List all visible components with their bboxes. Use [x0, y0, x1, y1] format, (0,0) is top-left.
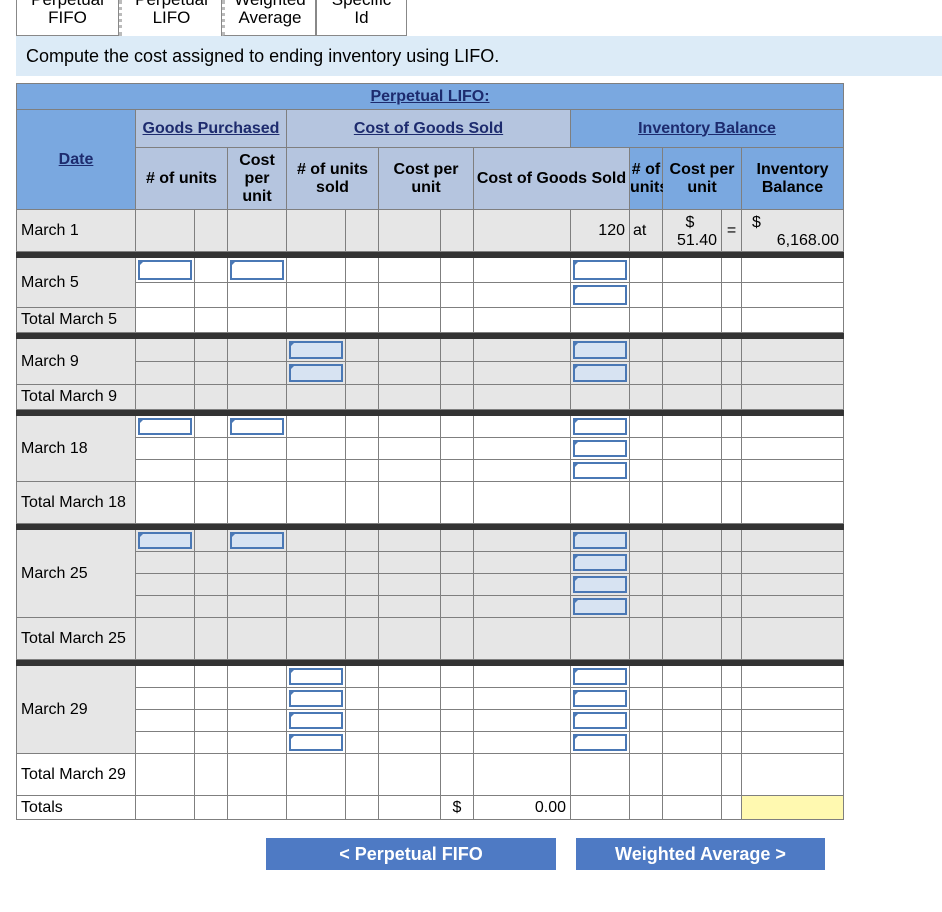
units-sold-input[interactable]: [289, 712, 343, 729]
row-total-label: Total March 25: [16, 617, 136, 660]
row-date: March 25: [16, 529, 136, 618]
balance-units-input[interactable]: [573, 554, 627, 571]
total-inventory-balance-input[interactable]: [740, 795, 845, 820]
table-row: March 5: [16, 257, 845, 308]
balance-units-input[interactable]: [573, 462, 627, 479]
header-purchased-units: # of units: [135, 147, 228, 210]
prev-perpetual-fifo-button[interactable]: < Perpetual FIFO: [266, 838, 556, 870]
tab-weighted-average[interactable]: Weighted Average: [222, 0, 316, 36]
at-label: at: [629, 209, 663, 252]
header-units-sold: # of units sold: [286, 147, 379, 210]
purchase-units-input[interactable]: [138, 260, 192, 280]
tab-label-bottom: Average: [238, 8, 302, 27]
balance-units-input[interactable]: [573, 364, 627, 382]
method-tabs: Perpetual FIFO Perpetual LIFO Weighted A…: [16, 0, 407, 36]
tab-perpetual-lifo[interactable]: Perpetual LIFO: [119, 0, 222, 36]
purchase-units-input[interactable]: [138, 532, 192, 549]
totals-label: Totals: [16, 795, 136, 820]
purchase-units-input[interactable]: [138, 418, 192, 435]
table-row: Total March 18: [16, 481, 845, 524]
lifo-table: Perpetual LIFO: Date Goods Purchased Cos…: [15, 83, 845, 820]
row-total-label: Total March 5: [16, 307, 136, 333]
row-total-label: Total March 9: [16, 384, 136, 410]
header-balance-units: # of units: [629, 147, 668, 210]
header-balance-amount: Inventory Balance: [740, 147, 845, 210]
table-row: March 25: [16, 529, 845, 618]
balance-units-input[interactable]: [573, 690, 627, 707]
balance-units-input[interactable]: [573, 440, 627, 457]
balance-cost: $ 51.40: [662, 209, 722, 252]
tab-label-bottom: Id: [354, 8, 369, 27]
tab-label-bottom: LIFO: [152, 8, 191, 27]
header-sold-cost: Cost per unit: [378, 147, 474, 210]
header-inventory-balance: Inventory Balance: [569, 109, 845, 148]
balance-units-input[interactable]: [573, 734, 627, 751]
table-row: March 18: [16, 415, 845, 482]
table-row: Total March 9: [16, 384, 845, 410]
tab-specific-id[interactable]: Specific Id: [316, 0, 407, 36]
purchase-cost-input[interactable]: [230, 532, 284, 549]
row-total-label: Total March 29: [16, 753, 136, 796]
balance-units-input[interactable]: [573, 598, 627, 615]
equals-sign: =: [721, 209, 742, 252]
balance-units-input[interactable]: [573, 285, 627, 305]
row-date: March 9: [16, 338, 136, 385]
table-row: March 29: [16, 665, 845, 754]
header-cogs: Cost of Goods Sold: [286, 109, 571, 148]
instruction-text: Compute the cost assigned to ending inve…: [16, 36, 942, 76]
balance-units-input[interactable]: [573, 341, 627, 359]
row-date: March 5: [16, 257, 136, 308]
units-sold-input[interactable]: [289, 364, 343, 382]
balance-units-input[interactable]: [573, 532, 627, 549]
table-row: Total March 29: [16, 753, 845, 796]
row-date: March 1: [16, 209, 136, 252]
totals-dollar: $: [440, 795, 474, 820]
units-sold-input[interactable]: [289, 668, 343, 685]
row-date: March 18: [16, 415, 136, 482]
balance-units-input[interactable]: [573, 668, 627, 685]
table-row: Total March 25: [16, 617, 845, 660]
header-balance-cost: Cost per unit: [662, 147, 742, 210]
units-sold-input[interactable]: [289, 734, 343, 751]
next-weighted-average-button[interactable]: Weighted Average >: [576, 838, 825, 870]
purchase-cost-input[interactable]: [230, 418, 284, 435]
balance-units-input[interactable]: [573, 260, 627, 280]
balance-units-input[interactable]: [573, 712, 627, 729]
header-purchased-cost: Cost per unit: [227, 147, 287, 210]
header-date: Date: [16, 109, 136, 210]
tab-perpetual-fifo[interactable]: Perpetual FIFO: [16, 0, 119, 36]
totals-cogs: 0.00: [473, 795, 571, 820]
purchase-cost-input[interactable]: [230, 260, 284, 280]
balance-units-input[interactable]: [573, 418, 627, 435]
table-title: Perpetual LIFO:: [15, 83, 845, 110]
units-sold-input[interactable]: [289, 690, 343, 707]
balance-amount: $ 6,168.00: [740, 209, 845, 252]
balance-units: 120: [570, 209, 630, 252]
header-goods-purchased: Goods Purchased: [135, 109, 287, 148]
header-cogs-amount: Cost of Goods Sold: [473, 147, 630, 210]
tab-label-bottom: FIFO: [48, 8, 87, 27]
table-row: March 9: [16, 338, 845, 385]
table-row: March 1 120 at $ 51.40 = $ 6,168.00: [16, 209, 845, 252]
table-row: Total March 5: [16, 307, 845, 333]
units-sold-input[interactable]: [289, 341, 343, 359]
row-total-label: Total March 18: [16, 481, 136, 524]
totals-row: Totals $ 0.00: [16, 795, 845, 820]
row-date: March 29: [16, 665, 136, 754]
balance-units-input[interactable]: [573, 576, 627, 593]
